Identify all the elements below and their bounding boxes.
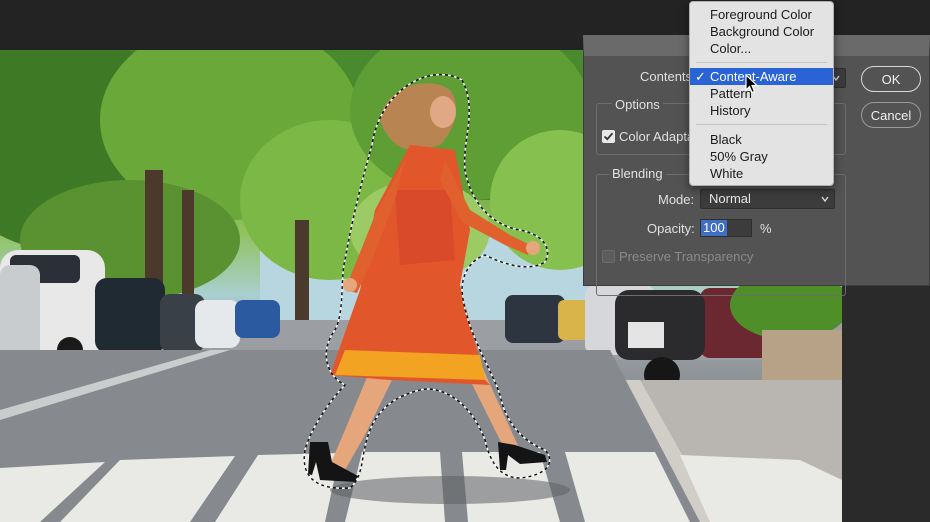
blend-mode-value: Normal xyxy=(709,191,751,206)
menu-item-black[interactable]: Black xyxy=(690,131,833,148)
blend-mode-dropdown[interactable]: Normal xyxy=(700,189,835,209)
contents-label: Contents: xyxy=(640,69,696,84)
mouse-pointer-icon xyxy=(745,74,759,94)
preserve-transparency-checkbox[interactable] xyxy=(602,250,615,263)
cancel-button[interactable]: Cancel xyxy=(861,102,921,128)
menu-separator xyxy=(696,124,827,125)
opacity-unit: % xyxy=(760,221,772,236)
opacity-input[interactable]: 100 xyxy=(700,219,752,237)
chevron-down-icon xyxy=(821,196,829,203)
menu-item-color[interactable]: Color... xyxy=(690,40,833,57)
opacity-value: 100 xyxy=(701,220,727,236)
menu-item-content-aware[interactable]: ✓ Content-Aware xyxy=(690,68,833,85)
ok-button[interactable]: OK xyxy=(861,66,921,92)
menu-item-background-color[interactable]: Background Color xyxy=(690,23,833,40)
menu-item-white[interactable]: White xyxy=(690,165,833,182)
menu-item-history[interactable]: History xyxy=(690,102,833,119)
menu-item-foreground-color[interactable]: Foreground Color xyxy=(690,6,833,23)
checkmark-icon: ✓ xyxy=(695,69,706,84)
menu-separator xyxy=(696,62,827,63)
opacity-label: Opacity: xyxy=(647,221,695,236)
checkmark-icon xyxy=(603,132,614,141)
menu-item-pattern[interactable]: Pattern xyxy=(690,85,833,102)
contents-menu: Foreground Color Background Color Color.… xyxy=(689,1,834,186)
mode-label: Mode: xyxy=(658,192,695,207)
options-title: Options xyxy=(612,97,663,112)
blending-title: Blending xyxy=(609,166,666,181)
preserve-transparency-label: Preserve Transparency xyxy=(619,249,754,264)
scooter xyxy=(615,290,705,393)
color-adaptation-label: Color Adapta xyxy=(619,129,695,144)
color-adaptation-checkbox[interactable] xyxy=(602,130,615,143)
menu-item-50-gray[interactable]: 50% Gray xyxy=(690,148,833,165)
